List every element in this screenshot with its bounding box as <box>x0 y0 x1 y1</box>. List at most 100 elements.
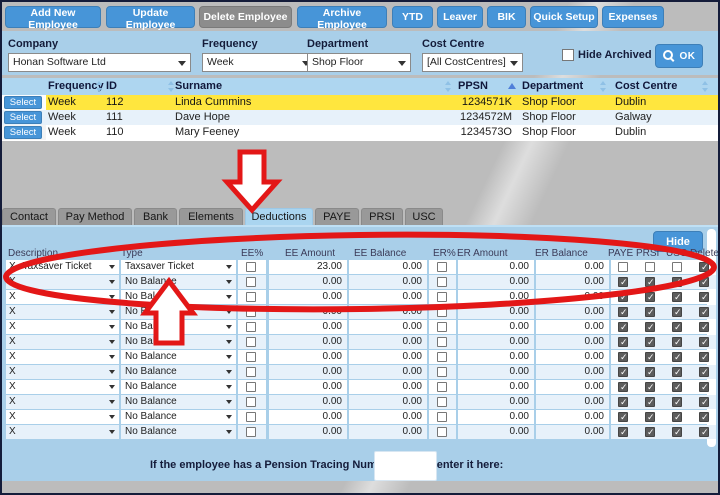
sort-icon[interactable] <box>600 81 607 92</box>
ee-balance-field[interactable]: 0.00 <box>349 410 427 424</box>
ee-percent-checkbox[interactable] <box>246 352 256 363</box>
hide-archived-checkbox[interactable] <box>562 49 574 61</box>
deduction-type-select[interactable]: No Balance <box>121 320 236 334</box>
ee-balance-field[interactable]: 0.00 <box>349 350 427 364</box>
ee-balance-field[interactable]: 0.00 <box>349 425 427 439</box>
paye-checkbox[interactable] <box>618 425 628 439</box>
deduction-type-select[interactable]: No Balance <box>121 380 236 394</box>
tab[interactable]: Pay Method <box>58 208 132 225</box>
er-amount-field[interactable]: 0.00 <box>458 350 534 364</box>
sort-ascending-icon[interactable] <box>508 83 516 89</box>
ee-balance-field[interactable]: 0.00 <box>349 380 427 394</box>
delete-checkbox[interactable] <box>699 350 709 364</box>
delete-checkbox[interactable] <box>699 335 709 349</box>
prsi-checkbox[interactable] <box>645 425 655 439</box>
deduction-description-select[interactable]: X <box>6 305 119 319</box>
er-percent-checkbox[interactable] <box>436 322 447 333</box>
er-amount-field[interactable]: 0.00 <box>458 425 534 439</box>
ee-percent-checkbox[interactable] <box>246 322 256 333</box>
usc-checkbox[interactable] <box>672 305 682 319</box>
usc-checkbox[interactable] <box>672 335 682 349</box>
deduction-description-select[interactable]: X <box>6 425 119 439</box>
er-percent-checkbox[interactable] <box>436 337 447 348</box>
ee-percent-checkbox[interactable] <box>246 277 256 288</box>
prsi-checkbox[interactable] <box>645 395 655 409</box>
tab[interactable]: Bank <box>134 208 177 225</box>
toolbar-button[interactable]: Archive Employee <box>297 6 387 31</box>
prsi-checkbox[interactable] <box>645 262 655 272</box>
remove-deduction-button[interactable]: X <box>9 261 16 272</box>
er-amount-field[interactable]: 0.00 <box>458 320 534 334</box>
column-header-ppsn[interactable]: PPSN <box>458 80 488 92</box>
deduction-description-select[interactable]: X <box>6 275 119 289</box>
toolbar-button[interactable]: Leaver <box>437 6 483 28</box>
er-percent-checkbox[interactable] <box>436 382 447 393</box>
prsi-checkbox[interactable] <box>645 410 655 424</box>
ee-balance-field[interactable]: 0.00 <box>349 320 427 334</box>
usc-checkbox[interactable] <box>672 275 682 289</box>
ee-balance-field[interactable]: 0.00 <box>349 335 427 349</box>
ee-amount-field[interactable]: 0.00 <box>269 410 347 424</box>
prsi-checkbox[interactable] <box>645 320 655 334</box>
paye-checkbox[interactable] <box>618 335 628 349</box>
er-balance-field[interactable]: 0.00 <box>536 425 609 439</box>
deduction-description-select[interactable]: X <box>6 395 119 409</box>
ee-percent-checkbox[interactable] <box>246 382 256 393</box>
sort-icon[interactable] <box>702 81 709 92</box>
deduction-description-select[interactable]: X <box>6 350 119 364</box>
deduction-type-select[interactable]: No Balance <box>121 365 236 379</box>
select-employee-button[interactable]: Select <box>4 96 42 109</box>
paye-checkbox[interactable] <box>618 290 628 304</box>
er-balance-field[interactable]: 0.00 <box>536 395 609 409</box>
ee-percent-checkbox[interactable] <box>246 337 256 348</box>
er-balance-field[interactable]: 0.00 <box>536 350 609 364</box>
ee-amount-field[interactable]: 0.00 <box>269 425 347 439</box>
tab[interactable]: Deductions <box>245 208 313 225</box>
frequency-select[interactable]: Week <box>202 53 315 72</box>
remove-deduction-button[interactable]: X <box>9 336 16 347</box>
paye-checkbox[interactable] <box>618 305 628 319</box>
deduction-type-select[interactable]: No Balance <box>121 350 236 364</box>
usc-checkbox[interactable] <box>672 320 682 334</box>
er-amount-field[interactable]: 0.00 <box>458 380 534 394</box>
er-amount-field[interactable]: 0.00 <box>458 305 534 319</box>
toolbar-button[interactable]: Expenses <box>602 6 664 28</box>
paye-checkbox[interactable] <box>618 380 628 394</box>
er-balance-field[interactable]: 0.00 <box>536 290 609 304</box>
select-employee-button[interactable]: Select <box>4 111 42 124</box>
department-select[interactable]: Shop Floor <box>307 53 411 72</box>
ee-amount-field[interactable]: 0.00 <box>269 350 347 364</box>
column-header-department[interactable]: Department <box>522 80 583 92</box>
remove-deduction-button[interactable]: X <box>9 381 16 392</box>
delete-checkbox[interactable] <box>699 425 709 439</box>
ee-amount-field[interactable]: 0.00 <box>269 290 347 304</box>
remove-deduction-button[interactable]: X <box>9 321 16 332</box>
deduction-description-select[interactable]: X <box>6 290 119 304</box>
deduction-type-select[interactable]: No Balance <box>121 275 236 289</box>
toolbar-button[interactable]: Add New Employee <box>5 6 101 31</box>
prsi-checkbox[interactable] <box>645 335 655 349</box>
ee-percent-checkbox[interactable] <box>246 367 256 378</box>
column-header-surname[interactable]: Surname <box>175 80 222 92</box>
ee-balance-field[interactable]: 0.00 <box>349 290 427 304</box>
tab[interactable]: PAYE <box>315 208 359 225</box>
deduction-description-select[interactable]: X <box>6 410 119 424</box>
delete-checkbox[interactable] <box>699 380 709 394</box>
toolbar-button[interactable]: Delete Employee <box>199 6 292 28</box>
select-employee-button[interactable]: Select <box>4 126 42 139</box>
er-amount-field[interactable]: 0.00 <box>458 410 534 424</box>
er-amount-field[interactable]: 0.00 <box>458 260 534 274</box>
deduction-description-select[interactable]: X <box>6 320 119 334</box>
ee-percent-checkbox[interactable] <box>246 292 256 303</box>
deduction-type-select[interactable]: No Balance <box>121 335 236 349</box>
usc-checkbox[interactable] <box>672 290 682 304</box>
er-amount-field[interactable]: 0.00 <box>458 290 534 304</box>
ee-amount-field[interactable]: 0.00 <box>269 335 347 349</box>
ee-amount-field[interactable]: 0.00 <box>269 305 347 319</box>
ee-balance-field[interactable]: 0.00 <box>349 365 427 379</box>
er-percent-checkbox[interactable] <box>436 427 447 438</box>
prsi-checkbox[interactable] <box>645 365 655 379</box>
delete-checkbox[interactable] <box>699 365 709 379</box>
er-balance-field[interactable]: 0.00 <box>536 275 609 289</box>
ee-balance-field[interactable]: 0.00 <box>349 260 427 274</box>
